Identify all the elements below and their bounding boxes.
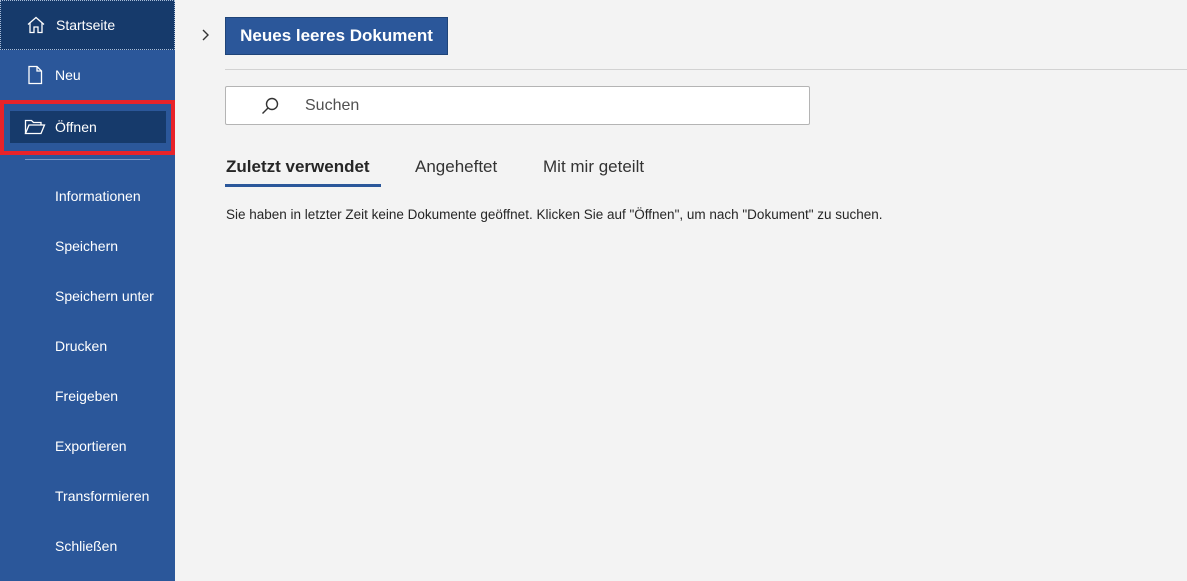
sidebar-item-informationen[interactable]: Informationen (0, 171, 175, 221)
sidebar-item-label: Exportieren (55, 438, 127, 454)
sidebar-item-schliessen[interactable]: Schließen (0, 521, 175, 571)
sidebar-item-label: Startseite (56, 17, 116, 33)
sidebar-item-neu[interactable]: Neu (0, 50, 175, 100)
sidebar-item-speichern[interactable]: Speichern (0, 221, 175, 271)
tab-mit-mir-geteilt[interactable]: Mit mir geteilt (543, 157, 644, 185)
sidebar-item-label: Öffnen (55, 119, 97, 135)
sidebar-divider (25, 159, 150, 160)
sidebar-item-oeffnen[interactable]: Öffnen (10, 111, 166, 143)
active-tab-indicator (225, 184, 381, 187)
sidebar-item-label: Speichern (55, 238, 119, 254)
sidebar-item-speichern-unter[interactable]: Speichern unter (0, 271, 175, 321)
home-icon (25, 14, 47, 36)
open-folder-icon (24, 116, 46, 138)
sidebar-item-startseite[interactable]: Startseite (0, 0, 175, 50)
tab-zuletzt-verwendet[interactable]: Zuletzt verwendet (226, 157, 370, 185)
sidebar-item-drucken[interactable]: Drucken (0, 321, 175, 371)
sidebar-item-label: Informationen (55, 188, 141, 204)
sidebar-item-label: Neu (55, 67, 81, 83)
tab-angeheftet[interactable]: Angeheftet (415, 157, 497, 185)
backstage-sidebar: Startseite Neu Öffnen Informationen Spei… (0, 0, 175, 581)
search-box[interactable] (225, 86, 810, 125)
new-document-icon (24, 64, 46, 86)
sidebar-item-freigeben[interactable]: Freigeben (0, 371, 175, 421)
sidebar-item-label: Schließen (55, 538, 118, 554)
search-input[interactable] (305, 87, 795, 124)
sidebar-item-label: Freigeben (55, 388, 119, 404)
chevron-right-icon[interactable] (196, 26, 214, 44)
sidebar-item-label: Transformieren (55, 488, 150, 504)
search-icon (262, 97, 279, 114)
sidebar-item-label: Speichern unter (55, 288, 154, 304)
highlight-frame: Öffnen (0, 100, 175, 155)
new-blank-document-button[interactable]: Neues leeres Dokument (225, 17, 448, 55)
sidebar-item-transformieren[interactable]: Transformieren (0, 471, 175, 521)
sidebar-item-exportieren[interactable]: Exportieren (0, 421, 175, 471)
empty-state-message: Sie haben in letzter Zeit keine Dokument… (226, 207, 883, 222)
sidebar-item-label: Drucken (55, 338, 108, 354)
header-divider (225, 69, 1187, 70)
